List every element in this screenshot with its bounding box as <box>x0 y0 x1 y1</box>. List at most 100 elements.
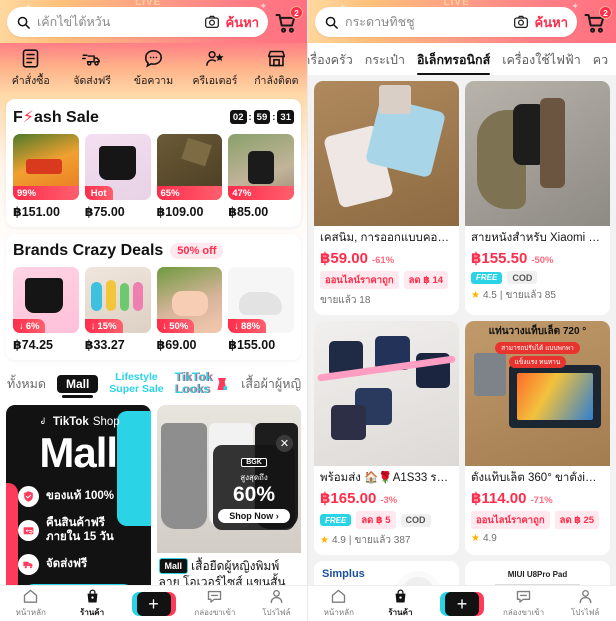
image-overlay: แท่นวางแท็บเล็ต 720 ° สามารถปรับได้ แบบพ… <box>469 324 605 368</box>
category-tab-appliances[interactable]: เครื่องใช้ไฟฟ้า <box>502 50 581 75</box>
brands-deal-item[interactable]: ↓ 88% ฿155.00 <box>228 267 294 352</box>
tab-lss-line1: Lifestyle <box>115 371 158 383</box>
brands-crazy-deals-section: Brands Crazy Deals 50% off ↓ 6% ฿74.25 ↓… <box>6 234 301 360</box>
brands-deal-item[interactable]: ↓ 50% ฿69.00 <box>156 267 223 352</box>
quicknav-label: จัดส่งฟรี <box>73 75 111 87</box>
cart-button[interactable]: 2 <box>583 6 612 36</box>
bottom-nav-create[interactable]: + <box>123 591 184 616</box>
flash-sale-item[interactable]: 99% ฿151.00 <box>13 134 79 219</box>
discount-badge: 47% <box>228 186 294 200</box>
plus-icon: + <box>148 593 159 614</box>
search-input[interactable]: เค้กไข่ไต้หวัน ค้นหา <box>7 7 268 37</box>
product-rating: 4.9 <box>331 535 346 546</box>
bottom-nav-label: ร้านค้า <box>388 608 413 617</box>
bottom-nav-profile[interactable]: โปรไฟล์ <box>246 588 307 619</box>
price-row: ฿114.00 -71% <box>471 489 604 507</box>
grid-product-card[interactable]: เคสนิ่ม, การออกแบบคอนโ... ฿59.00 -61% ออ… <box>314 81 459 315</box>
quicknav-following-shop[interactable]: กำลังติดต <box>246 48 307 89</box>
product-image <box>465 81 610 226</box>
bottom-nav-inbox[interactable]: กล่องขาเข้า <box>493 588 555 619</box>
flash-sale-item[interactable]: 65% ฿109.00 <box>156 134 223 219</box>
product-image: ✕ BGK สูงสุดถึง 60% Shop Now › <box>156 405 301 554</box>
promo-overlay[interactable]: ✕ BGK สูงสุดถึง 60% Shop Now › <box>213 435 295 531</box>
category-tab-bags[interactable]: กระเป๋า <box>365 50 405 75</box>
timer-hours: 02 <box>229 110 247 124</box>
shield-check-glyph <box>24 491 33 502</box>
grid-product-card[interactable]: พร้อมส่ง 🏠🌹A1S33 รวม... ฿165.00 -3% FREE… <box>314 321 459 555</box>
grid-product-card[interactable]: แท่นวางแท็บเล็ต 720 ° สามารถปรับได้ แบบพ… <box>465 321 610 555</box>
category-tab-kitchen[interactable]: ครื่องครัว <box>308 50 353 75</box>
bottom-nav-shop[interactable]: ร้านค้า <box>370 588 432 619</box>
art-detail <box>105 280 116 311</box>
tiktok-looks-wordmark: TikTok Looks <box>175 371 213 395</box>
flash-sale-title: F⚡ash Sale <box>13 107 99 127</box>
category-tab-electronics[interactable]: อิเล็กทรอนิกส์ <box>417 50 491 75</box>
truck-glyph <box>23 561 33 569</box>
bottom-nav-inbox[interactable]: กล่องขาเข้า <box>184 588 245 619</box>
brands-deal-item[interactable]: ↓ 15% ฿33.27 <box>84 267 151 352</box>
close-icon[interactable]: ✕ <box>276 435 293 453</box>
category-tab-bar: ครื่องครัว กระเป๋า อิเล็กทรอนิกส์ เครื่อ… <box>308 43 616 75</box>
cart-button[interactable]: 2 <box>274 6 303 36</box>
search-value: กระดาษทิชชู <box>345 15 415 29</box>
mall-benefit-text: จัดส่งฟรี <box>46 558 88 571</box>
flash-sale-item[interactable]: Hot ฿75.00 <box>84 134 151 219</box>
create-button[interactable]: + <box>439 591 484 616</box>
product-thumbnail: 47% <box>228 134 294 200</box>
tab-mall[interactable]: Mall <box>56 374 99 398</box>
product-rating: 4.5 <box>482 290 497 301</box>
tab-all[interactable]: ทั้งหมด <box>7 374 46 398</box>
product-thumbnail: ↓ 6% <box>13 267 79 333</box>
bottom-nav-create[interactable]: + <box>431 591 493 616</box>
star-icon: ★ <box>471 533 480 544</box>
search-button[interactable]: ค้นหา <box>535 12 568 33</box>
product-price: ฿69.00 <box>156 338 197 352</box>
mall-banner[interactable]: TikTok Shop Mall ของแท้ 100% คืนสินค้าฟร… <box>6 405 151 601</box>
search-icon <box>325 16 338 29</box>
quicknav-messages[interactable]: ข้อความ <box>123 48 184 89</box>
overlay-pill-1: สามารถปรับได้ แบบพกพา <box>495 341 580 354</box>
create-button[interactable]: + <box>131 591 176 616</box>
product-meta: ★ 4.5 | ขายแล้ว 85 <box>471 288 604 303</box>
mall-tag: Mall <box>158 558 189 575</box>
quicknav-label: คำสั่งซื้อ <box>11 75 50 87</box>
bottom-nav-label: หน้าหลัก <box>15 608 46 617</box>
tab-lifestyle-super-sale[interactable]: Lifestyle Super Sale <box>109 371 163 399</box>
brands-deal-item[interactable]: ↓ 6% ฿74.25 <box>13 267 79 352</box>
product-sold: ขายแล้ว 387 <box>354 535 411 546</box>
search-button[interactable]: ค้นหา <box>226 12 259 33</box>
category-tab-more[interactable]: คว <box>593 50 608 75</box>
art-detail <box>331 405 367 440</box>
bottom-nav-profile[interactable]: โปรไฟล์ <box>554 588 616 619</box>
quicknav-label: ครีเอเตอร์ <box>192 75 238 87</box>
camera-icon[interactable] <box>513 14 529 30</box>
quicknav-orders[interactable]: คำสั่งซื้อ <box>0 48 61 89</box>
hot-badge: Hot <box>84 186 113 200</box>
quicknav-creator[interactable]: ครีเอเตอร์ <box>184 48 245 89</box>
tab-tiktok-looks[interactable]: TikTok Looks <box>175 371 231 399</box>
quicknav-free-shipping[interactable]: จัดส่งฟรี <box>61 48 122 89</box>
product-discount: -50% <box>531 255 554 266</box>
mall-benefit: ของแท้ 100% <box>18 486 139 508</box>
quick-nav: คำสั่งซื้อ จัดส่งฟรี ข้อความ ครีเอเตอร์ … <box>0 43 307 95</box>
flash-sale-title-text: F⚡ash Sale <box>13 109 99 126</box>
product-price: ฿155.50 <box>471 250 528 267</box>
flash-sale-section: F⚡ash Sale 02: 59: 31 99% ฿151.00 Hot ฿7… <box>6 99 301 227</box>
product-thumbnail: Hot <box>84 134 151 200</box>
product-price: ฿151.00 <box>13 205 60 219</box>
flash-sale-item[interactable]: 47% ฿85.00 <box>228 134 294 219</box>
dual-panel-app: LIVE ✦ ✦ เค้กไข่ไต้หวัน ค้นหา 2 คำสั่งซื <box>0 0 616 621</box>
product-price: ฿109.00 <box>156 205 204 219</box>
profile-icon <box>270 589 283 604</box>
product-price: ฿59.00 <box>320 250 368 267</box>
camera-icon[interactable] <box>204 14 220 30</box>
meta-separator: | <box>499 290 503 301</box>
bottom-nav-home[interactable]: หน้าหลัก <box>308 588 370 619</box>
product-grid: เคสนิ่ม, การออกแบบคอนโ... ฿59.00 -61% ออ… <box>308 75 616 621</box>
left-panel: LIVE ✦ ✦ เค้กไข่ไต้หวัน ค้นหา 2 คำสั่งซื <box>0 0 308 621</box>
search-input[interactable]: กระดาษทิชชู ค้นหา <box>315 7 577 37</box>
promo-shop-now-button[interactable]: Shop Now › <box>218 509 290 524</box>
product-sold: ขายแล้ว 85 <box>505 290 556 301</box>
tab-womens-clothing[interactable]: เสื้อผ้าผู้หญิ <box>241 374 301 398</box>
grid-product-card[interactable]: สายหนังสำหรับ Xiaomi Ba... ฿155.50 -50% … <box>465 81 610 315</box>
